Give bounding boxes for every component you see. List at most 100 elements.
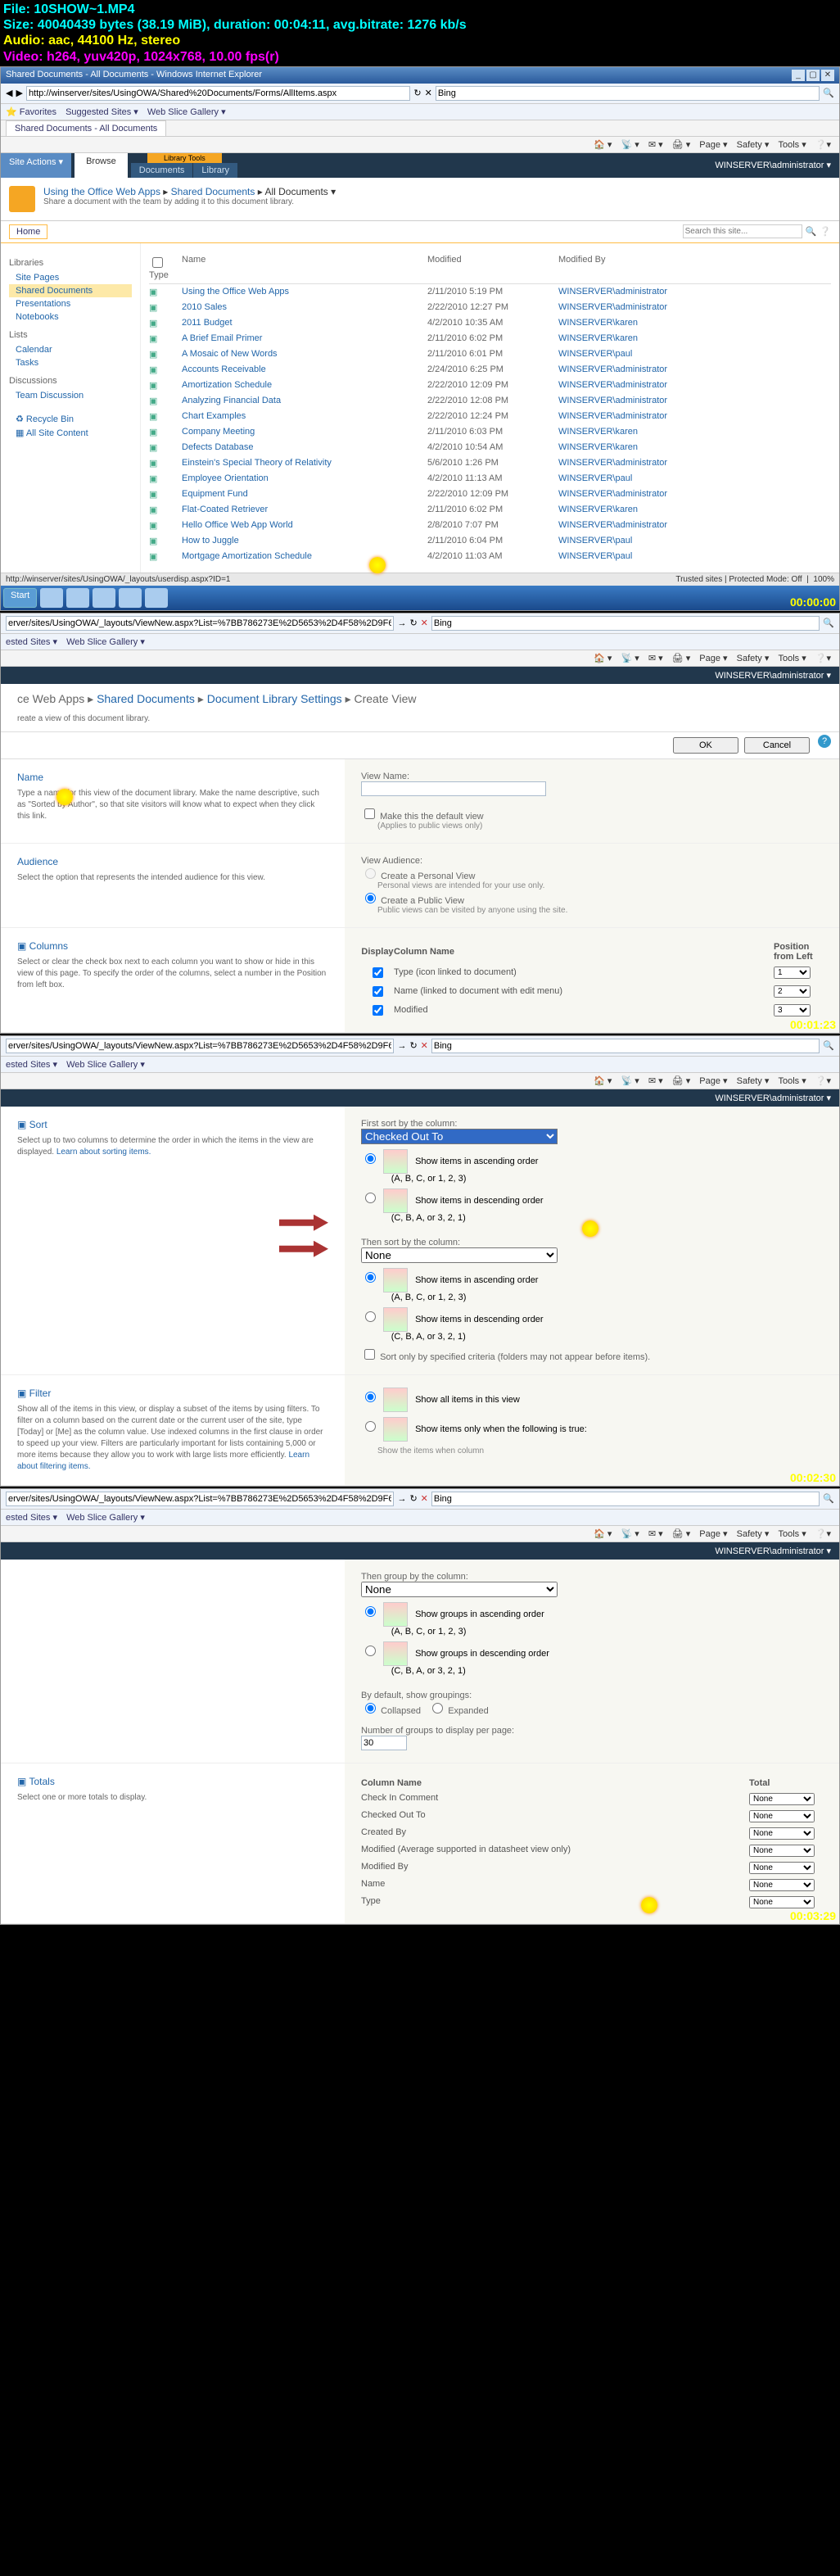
col-check[interactable]	[373, 967, 383, 978]
bc-dls[interactable]: Document Library Settings	[207, 692, 342, 705]
doc-name-link[interactable]: Equipment Fund	[182, 489, 248, 499]
table-row[interactable]: ▣Amortization Schedule2/22/2010 12:09 PM…	[149, 378, 831, 393]
feeds-icon[interactable]: 📡 ▾	[621, 1076, 639, 1086]
search-button[interactable]: 🔍	[823, 88, 834, 98]
table-row[interactable]: ▣Einstein's Special Theory of Relativity…	[149, 455, 831, 471]
sort-only-check[interactable]	[364, 1349, 375, 1360]
browse-tab[interactable]: Browse	[75, 153, 128, 178]
groups-per-page-input[interactable]	[361, 1736, 407, 1750]
filter-only-radio[interactable]	[365, 1421, 376, 1432]
totals-select[interactable]: None	[749, 1810, 815, 1822]
table-row[interactable]: ▣Chart Examples2/22/2010 12:24 PMWINSERV…	[149, 409, 831, 424]
safety-menu[interactable]: Safety ▾	[737, 654, 770, 663]
tools-menu[interactable]: Tools ▾	[778, 654, 806, 663]
table-row[interactable]: ▣A Mosaic of New Words2/11/2010 6:01 PMW…	[149, 346, 831, 362]
doc-name-link[interactable]: Accounts Receivable	[182, 364, 266, 374]
stop-button[interactable]: ✕	[421, 618, 428, 628]
user-menu[interactable]: WINSERVER\administrator ▾	[707, 1089, 839, 1107]
mail-icon[interactable]: ✉ ▾	[648, 1076, 663, 1086]
safety-menu[interactable]: Safety ▾	[737, 1076, 770, 1086]
go-button[interactable]: →	[397, 1041, 406, 1051]
home-icon[interactable]: 🏠 ▾	[594, 1076, 612, 1086]
doc-modifiedby-link[interactable]: WINSERVER\paul	[558, 551, 632, 561]
then-sort-select[interactable]: None	[361, 1247, 558, 1263]
refresh-button[interactable]: ↻	[409, 1040, 417, 1051]
nav-notebooks[interactable]: Notebooks	[9, 310, 132, 324]
web-slice[interactable]: Web Slice Gallery ▾	[66, 637, 145, 647]
doc-modifiedby-link[interactable]: WINSERVER\karen	[558, 333, 638, 343]
doc-modifiedby-link[interactable]: WINSERVER\administrator	[558, 287, 667, 297]
filter-all-radio[interactable]	[365, 1392, 376, 1402]
table-row[interactable]: ▣Employee Orientation4/2/2010 11:13 AMWI…	[149, 471, 831, 487]
bc-sd[interactable]: Shared Documents	[97, 692, 195, 705]
help-icon[interactable]: ❔▾	[815, 654, 831, 663]
suggested-sites[interactable]: Suggested Sites ▾	[65, 107, 138, 117]
default-view-check[interactable]	[364, 808, 375, 819]
totals-select[interactable]: None	[749, 1896, 815, 1908]
suggested-sites[interactable]: ested Sites ▾	[6, 637, 57, 647]
col-pos-sel[interactable]: 2	[774, 985, 811, 998]
doc-name-link[interactable]: Company Meeting	[182, 427, 255, 437]
doc-name-link[interactable]: Chart Examples	[182, 411, 246, 421]
doc-name-link[interactable]: Amortization Schedule	[182, 380, 272, 390]
address-bar[interactable]	[6, 1492, 394, 1506]
search-box[interactable]	[436, 86, 820, 101]
col-modified[interactable]: Modified	[427, 255, 558, 280]
search-go[interactable]: 🔍	[806, 226, 817, 237]
safety-menu[interactable]: Safety ▾	[737, 1529, 770, 1539]
bc-list[interactable]: Shared Documents	[171, 186, 255, 197]
tools-menu[interactable]: Tools ▾	[778, 1529, 806, 1539]
view-name-input[interactable]	[361, 781, 546, 796]
address-bar[interactable]	[6, 616, 394, 631]
print-icon[interactable]: 🖨 ▾	[672, 1529, 691, 1539]
site-search[interactable]	[683, 224, 802, 238]
mail-icon[interactable]: ✉ ▾	[648, 654, 663, 663]
go-button[interactable]: →	[397, 618, 406, 628]
nav-teamdisc[interactable]: Team Discussion	[9, 389, 132, 402]
section-filter[interactable]: Filter	[17, 1388, 328, 1399]
col-check[interactable]	[373, 986, 383, 997]
table-row[interactable]: ▣A Brief Email Primer2/11/2010 6:02 PMWI…	[149, 331, 831, 346]
col-modifiedby[interactable]: Modified By	[558, 255, 831, 280]
table-row[interactable]: ▣2011 Budget4/2/2010 10:35 AMWINSERVER\k…	[149, 315, 831, 331]
table-row[interactable]: ▣Company Meeting2/11/2010 6:03 PMWINSERV…	[149, 424, 831, 440]
totals-select[interactable]: None	[749, 1845, 815, 1857]
table-row[interactable]: ▣Mortgage Amortization Schedule4/2/2010 …	[149, 549, 831, 564]
doc-name-link[interactable]: Flat-Coated Retriever	[182, 505, 268, 514]
doc-modifiedby-link[interactable]: WINSERVER\administrator	[558, 458, 667, 468]
doc-modifiedby-link[interactable]: WINSERVER\karen	[558, 318, 638, 328]
refresh-button[interactable]: ↻	[413, 88, 421, 98]
help-icon[interactable]: ❔▾	[815, 1076, 831, 1086]
totals-select[interactable]: None	[749, 1862, 815, 1874]
feeds-icon[interactable]: 📡 ▾	[621, 140, 639, 150]
address-bar[interactable]	[26, 86, 410, 101]
cancel-button[interactable]: Cancel	[744, 737, 810, 754]
nav-lists[interactable]: Lists	[9, 330, 132, 340]
stop-button[interactable]: ✕	[425, 88, 432, 98]
then-group-select[interactable]: None	[361, 1582, 558, 1597]
search-box[interactable]	[431, 616, 820, 631]
start-button[interactable]: Start	[3, 588, 37, 608]
task-ie[interactable]	[119, 588, 142, 608]
print-icon[interactable]: 🖨 ▾	[672, 654, 691, 663]
nav-calendar[interactable]: Calendar	[9, 343, 132, 356]
page-menu[interactable]: Page ▾	[699, 1076, 727, 1086]
table-row[interactable]: ▣Using the Office Web Apps2/11/2010 5:19…	[149, 284, 831, 300]
bc-owa[interactable]: ce Web Apps	[17, 692, 84, 705]
tools-menu[interactable]: Tools ▾	[778, 140, 806, 150]
col-pos-sel[interactable]: 1	[774, 967, 811, 979]
home-icon[interactable]: 🏠 ▾	[594, 1529, 612, 1539]
nav-shareddocs[interactable]: Shared Documents	[9, 284, 132, 297]
tools-menu[interactable]: Tools ▾	[778, 1076, 806, 1086]
go-button[interactable]: →	[397, 1494, 406, 1504]
doc-modifiedby-link[interactable]: WINSERVER\administrator	[558, 411, 667, 421]
table-row[interactable]: ▣2010 Sales2/22/2010 12:27 PMWINSERVER\a…	[149, 300, 831, 315]
mail-icon[interactable]: ✉ ▾	[648, 140, 663, 150]
doc-name-link[interactable]: Employee Orientation	[182, 473, 269, 483]
sort-asc-radio[interactable]	[365, 1153, 376, 1164]
public-view-radio[interactable]	[365, 893, 376, 903]
suggested-sites[interactable]: ested Sites ▾	[6, 1513, 57, 1523]
section-sort[interactable]: Sort	[17, 1119, 328, 1130]
home-icon[interactable]: 🏠 ▾	[594, 140, 612, 150]
bc-view[interactable]: All Documents ▾	[264, 186, 336, 197]
